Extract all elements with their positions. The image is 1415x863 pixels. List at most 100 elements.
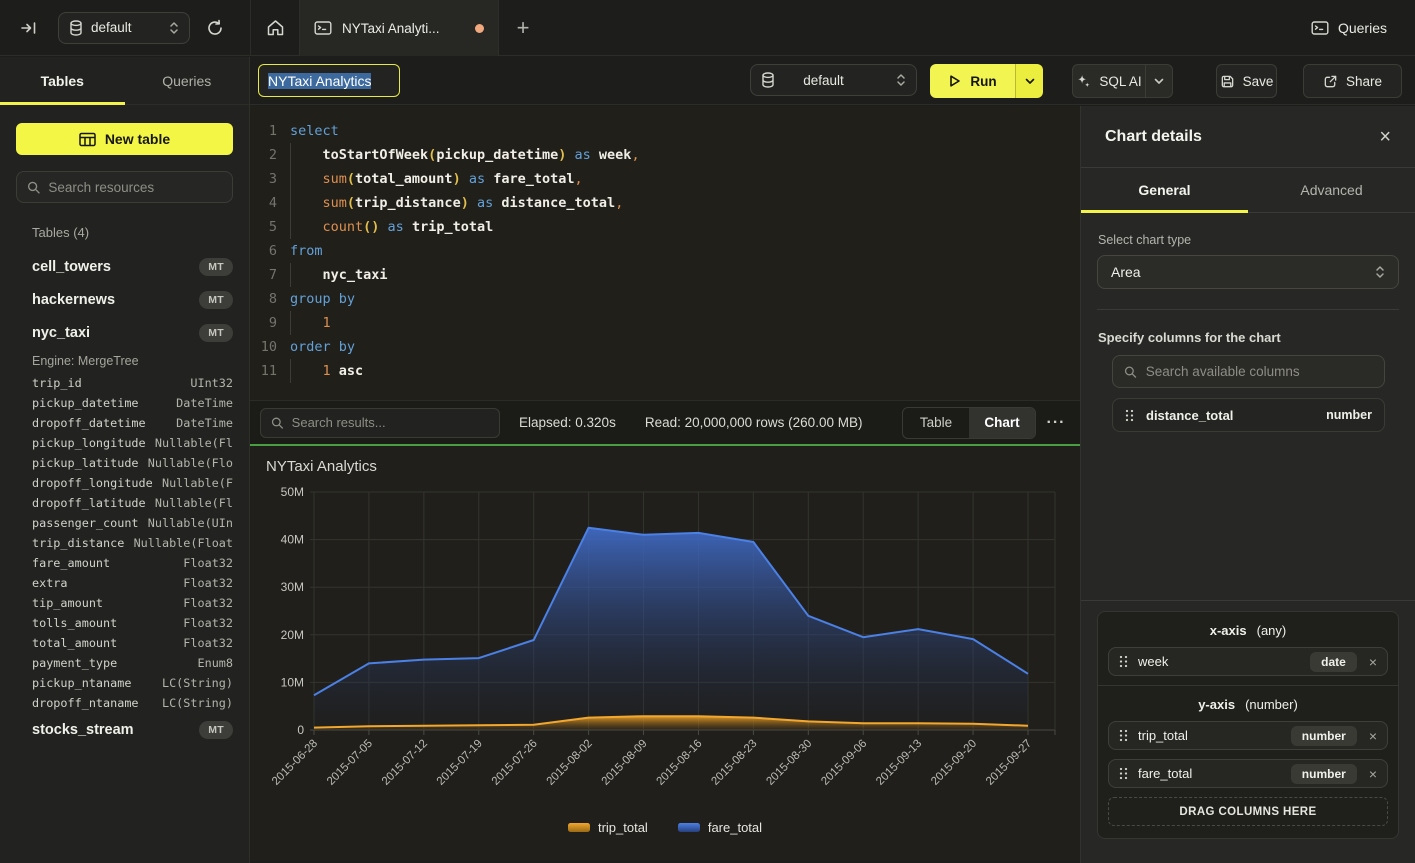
table-name: nyc_taxi (32, 325, 90, 341)
home-icon (266, 19, 285, 37)
code-line: order by (290, 335, 1080, 359)
more-options-button[interactable]: ··· (1036, 414, 1076, 432)
topbar-database-value: default (91, 20, 161, 35)
results-bar: Elapsed: 0.320s Read: 20,000,000 rows (2… (250, 400, 1080, 444)
table-column-row: pickup_longitudeNullable(Fl (32, 433, 233, 453)
available-column-name: distance_total (1146, 408, 1314, 423)
tables-list: cell_towersMThackernewsMTnyc_taxiMTEngin… (32, 250, 233, 746)
line-number: 2 (250, 143, 290, 167)
y-axis-tick: 0 (297, 723, 304, 737)
column-type: Float32 (183, 596, 233, 610)
run-options-caret[interactable] (1015, 64, 1043, 98)
tab-general[interactable]: General (1081, 168, 1248, 212)
new-tab-button[interactable]: + (499, 0, 547, 56)
close-icon[interactable]: × (1379, 127, 1391, 147)
code-line: from (290, 239, 1080, 263)
axis-chip-week[interactable]: weekdate× (1108, 647, 1388, 676)
available-columns-list: distance_total number (1081, 388, 1415, 432)
axis-hint: (any) (1257, 623, 1287, 638)
share-icon (1323, 74, 1338, 89)
run-button[interactable]: Run (930, 64, 1043, 98)
remove-icon[interactable]: × (1369, 766, 1377, 782)
view-toggle: TableChart (902, 407, 1036, 439)
search-resources-input[interactable] (48, 180, 222, 195)
home-tab-button[interactable] (251, 0, 299, 56)
drag-handle-icon (1119, 655, 1128, 668)
column-type: Float32 (183, 636, 233, 650)
search-columns-input[interactable] (1146, 364, 1373, 379)
remove-icon[interactable]: × (1369, 654, 1377, 670)
specify-columns-label: Specify columns for the chart (1098, 330, 1398, 345)
code-line: select (290, 119, 1080, 143)
top-bar: default NYTaxi Analyti... + Queries (0, 0, 1415, 56)
x-axis-tick: 2015-09-06 (819, 738, 869, 788)
toolbar-database-value: default (759, 73, 888, 88)
queries-menu-button[interactable]: Queries (1311, 0, 1387, 56)
new-table-button[interactable]: New table (16, 123, 233, 155)
save-icon (1220, 74, 1235, 89)
table-column-row: extraFloat32 (32, 573, 233, 593)
search-results-input[interactable] (292, 415, 489, 430)
sql-ai-caret[interactable] (1145, 65, 1172, 97)
sidebar-table-stocks_stream[interactable]: stocks_streamMT (32, 713, 233, 746)
column-name: passenger_count (32, 516, 139, 530)
area-chart[interactable]: 010M20M30M40M50M2015-06-282015-07-052015… (266, 484, 1064, 814)
tab-advanced[interactable]: Advanced (1248, 168, 1415, 212)
refresh-icon (206, 19, 224, 37)
chart-details-title: Chart details (1105, 128, 1202, 146)
sql-ai-button[interactable]: SQL AI (1072, 64, 1173, 98)
sidebar-table-cell_towers[interactable]: cell_towersMT (32, 250, 233, 283)
share-button[interactable]: Share (1303, 64, 1402, 98)
chart-type-select[interactable]: Area (1097, 255, 1399, 289)
save-button[interactable]: Save (1216, 64, 1277, 98)
axis-chip-fare_total[interactable]: fare_totalnumber× (1108, 759, 1388, 788)
query-title-input[interactable]: NYTaxi Analytics (258, 64, 400, 97)
tab-nytaxi-analytics[interactable]: NYTaxi Analyti... (299, 0, 499, 56)
axis-chip-name: trip_total (1138, 728, 1281, 743)
legend-item-fare_total[interactable]: fare_total (678, 820, 762, 835)
sidebar-table-nyc_taxi[interactable]: nyc_taxiMT (32, 316, 233, 349)
results-search (260, 408, 500, 438)
axis-configuration-card: x-axis(any)weekdate×y-axis(number)trip_t… (1097, 611, 1399, 839)
collapse-sidebar-button[interactable] (10, 10, 46, 46)
axis-chip-type-badge: date (1310, 652, 1357, 672)
collapse-sidebar-icon (20, 20, 37, 36)
drag-columns-drop-zone[interactable]: DRAG COLUMNS HERE (1108, 797, 1388, 826)
view-toggle-chart[interactable]: Chart (969, 408, 1035, 438)
axis-chip-trip_total[interactable]: trip_total number × (1108, 721, 1388, 750)
table-column-row: dropoff_datetimeDateTime (32, 413, 233, 433)
search-icon (1124, 365, 1137, 379)
view-toggle-table[interactable]: Table (903, 408, 969, 438)
available-column-distance_total[interactable]: distance_total number (1112, 398, 1385, 432)
sidebar-table-hackernews[interactable]: hackernewsMT (32, 283, 233, 316)
workspace: 1234567891011 select toStartOfWeek(picku… (250, 106, 1080, 863)
topbar-database-selector[interactable]: default (58, 12, 190, 44)
sql-console-app: default NYTaxi Analyti... + Queries Tabl… (0, 0, 1415, 863)
sidebar-tab-tables[interactable]: Tables (0, 57, 125, 104)
x-axis-tick: 2015-09-13 (874, 738, 924, 788)
sidebar-tab-queries[interactable]: Queries (125, 57, 250, 104)
remove-icon[interactable]: × (1369, 728, 1377, 744)
divider (1081, 600, 1415, 601)
legend-item-trip_total[interactable]: trip_total (568, 820, 648, 835)
terminal-tab-icon (314, 20, 332, 36)
sql-editor[interactable]: 1234567891011 select toStartOfWeek(picku… (250, 106, 1080, 400)
table-column-row: tip_amountFloat32 (32, 593, 233, 613)
axis-chip-type-badge: number (1291, 726, 1357, 746)
line-number: 8 (250, 287, 290, 311)
sidebar-search (16, 171, 233, 203)
column-type: Float32 (183, 616, 233, 630)
sql-ai-label: SQL AI (1099, 74, 1141, 89)
table-column-row: trip_distanceNullable(Float (32, 533, 233, 553)
line-number: 3 (250, 167, 290, 191)
column-name: dropoff_longitude (32, 476, 153, 490)
column-type: Nullable(Float (134, 536, 233, 550)
sql-code[interactable]: select toStartOfWeek(pickup_datetime) as… (290, 106, 1080, 400)
table-name: cell_towers (32, 259, 111, 275)
refresh-button[interactable] (198, 11, 232, 45)
queries-icon (1311, 20, 1329, 36)
queries-label: Queries (1338, 20, 1387, 36)
table-column-row: total_amountFloat32 (32, 633, 233, 653)
available-column-type: number (1326, 408, 1372, 422)
toolbar-database-selector[interactable]: default (750, 64, 917, 96)
